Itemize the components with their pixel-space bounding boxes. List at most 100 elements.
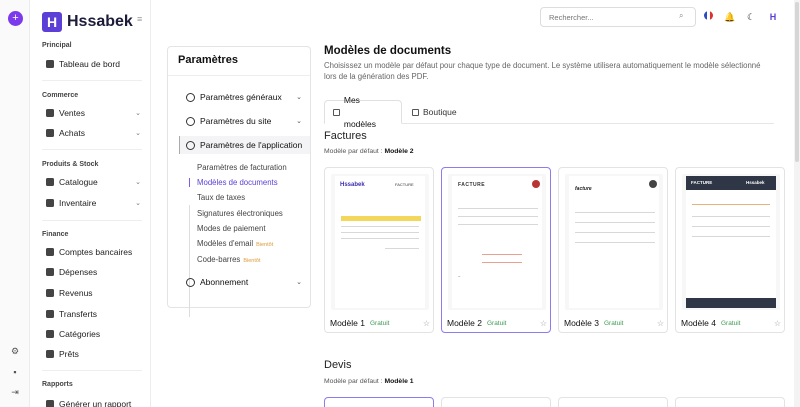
section-finance: Finance xyxy=(42,231,69,238)
doc-line xyxy=(458,224,538,226)
box-icon xyxy=(46,178,54,186)
left-rail: + ⚙ ▪ ⇥ xyxy=(0,0,30,407)
devis-card-1[interactable] xyxy=(324,397,434,407)
divider xyxy=(42,149,142,150)
template-card-1[interactable]: Hssabek FACTURE Modèle 1 Gratuit ☆ xyxy=(324,167,434,333)
section-rapports: Rapports xyxy=(42,381,73,388)
chevron-down-icon: ⌄ xyxy=(296,279,302,286)
star-icon[interactable]: ☆ xyxy=(540,319,547,328)
divider xyxy=(42,80,142,81)
subitems-line xyxy=(189,205,190,317)
settings-subitem-facturation[interactable]: Paramètres de facturation xyxy=(196,163,287,172)
doc-header: facture xyxy=(575,186,592,192)
settings-group-abonnement[interactable]: Abonnement ⌄ xyxy=(186,277,302,287)
doc-line xyxy=(341,226,419,228)
chevron-down-icon: ⌄ xyxy=(135,179,141,186)
transfer-icon xyxy=(46,310,54,318)
template-preview: FACTURE ~ xyxy=(448,174,546,310)
tabs: Mes modèles Boutique xyxy=(324,95,774,129)
chevron-down-icon: ⌄ xyxy=(135,110,141,117)
doc-logo: Hssabek xyxy=(340,182,365,188)
section-produits: Produits & Stock xyxy=(42,161,99,168)
section-principal: Principal xyxy=(42,42,72,49)
bag-icon xyxy=(46,109,54,117)
settings-subitem-signatures[interactable]: Signatures électroniques xyxy=(196,209,283,218)
settings-group-general[interactable]: Paramètres généraux ⌄ xyxy=(186,92,302,102)
sidebar-item-transferts[interactable]: Transferts xyxy=(46,307,141,321)
sidebar-item-dashboard[interactable]: Tableau de bord xyxy=(46,57,141,71)
doc-header: FACTURE xyxy=(458,182,486,188)
sidebar-item-depenses[interactable]: Dépenses xyxy=(46,265,141,279)
default-template-factures: Modèle par défaut : Modèle 2 xyxy=(324,148,414,155)
settings-subitem-taxes[interactable]: Taux de taxes xyxy=(196,193,245,202)
gear-icon[interactable]: ⚙ xyxy=(10,346,20,356)
star-icon[interactable]: ☆ xyxy=(423,319,430,328)
settings-group-site[interactable]: Paramètres du site ⌄ xyxy=(186,116,302,126)
doc-line xyxy=(692,216,770,218)
settings-panel: Paramètres Paramètres généraux ⌄ Paramètr… xyxy=(167,46,311,317)
sidebar-item-comptes[interactable]: Comptes bancaires xyxy=(46,245,141,259)
page-title: Modèles de documents xyxy=(324,45,452,57)
document-icon xyxy=(333,108,340,116)
settings-subitem-paiement[interactable]: Modes de paiement xyxy=(196,224,265,233)
star-icon[interactable]: ☆ xyxy=(774,319,781,328)
devis-card-3[interactable] xyxy=(558,397,668,407)
search-input[interactable] xyxy=(540,7,696,27)
doc-line xyxy=(458,208,538,210)
settings-subitem-barcode[interactable]: Code-barres Bientôt xyxy=(196,255,260,264)
star-icon[interactable]: ☆ xyxy=(657,319,664,328)
doc-signature: ~ xyxy=(458,274,461,279)
scrollbar-thumb[interactable] xyxy=(795,2,799,162)
doc-line xyxy=(575,212,655,214)
doc-line xyxy=(575,222,655,224)
doc-line xyxy=(575,242,655,244)
logout-icon[interactable]: ⇥ xyxy=(10,387,20,397)
sidebar-item-inventaire[interactable]: Inventaire ⌄ xyxy=(46,196,141,210)
sidebar-item-ventes[interactable]: Ventes ⌄ xyxy=(46,106,141,120)
tab-mes-modeles[interactable]: Mes modèles xyxy=(324,95,402,129)
doc-seal xyxy=(532,180,540,188)
template-card-4[interactable]: FACTURE Hssabek Modèle 4 Gratuit ☆ xyxy=(675,167,785,333)
template-card-2[interactable]: FACTURE ~ Modèle 2 Gratuit ☆ xyxy=(441,167,551,333)
devis-card-2[interactable] xyxy=(441,397,551,407)
brand-logo: H Hssabek xyxy=(42,12,133,32)
settings-subitem-email[interactable]: Modèles d'email Bientôt xyxy=(196,239,273,248)
default-template-devis: Modèle par défaut : Modèle 1 xyxy=(324,378,414,385)
logo-icon: H xyxy=(42,12,62,32)
sidebar-item-achats[interactable]: Achats ⌄ xyxy=(46,126,141,140)
doc-line xyxy=(692,204,770,206)
doc-line xyxy=(482,254,522,256)
bell-icon[interactable]: 🔔 xyxy=(724,11,736,23)
flag-fr-icon[interactable] xyxy=(702,11,714,23)
tab-boutique[interactable]: Boutique xyxy=(404,100,465,124)
template-preview: FACTURE Hssabek xyxy=(682,174,780,310)
doc-line xyxy=(458,216,538,218)
card-footer: Modèle 4 Gratuit ☆ xyxy=(681,318,781,328)
loan-icon xyxy=(46,350,54,358)
brand-name: Hssabek xyxy=(67,13,133,30)
doc-line xyxy=(692,226,770,228)
sidebar-item-catalogue[interactable]: Catalogue ⌄ xyxy=(46,175,141,189)
settings-subitem-modeles[interactable]: Modèles de documents xyxy=(189,178,278,187)
doc-header: FACTURE xyxy=(691,180,713,185)
avatar[interactable]: H xyxy=(767,11,779,23)
menu-toggle-icon[interactable]: ≡ xyxy=(137,14,142,24)
briefcase-icon[interactable]: ▪ xyxy=(10,367,20,377)
card-footer: Modèle 2 Gratuit ☆ xyxy=(447,318,547,328)
wallet-icon xyxy=(46,268,54,276)
warehouse-icon xyxy=(46,199,54,207)
sidebar-item-prets[interactable]: Prêts xyxy=(46,347,141,361)
app-icon xyxy=(186,140,195,150)
devis-card-4[interactable] xyxy=(675,397,785,407)
sidebar-item-rapport[interactable]: Générer un rapport xyxy=(46,397,141,407)
gear-icon xyxy=(186,92,195,102)
sidebar-item-revenus[interactable]: Revenus xyxy=(46,286,141,300)
settings-group-application[interactable]: Paramètres de l'application xyxy=(179,136,310,154)
scrollbar[interactable] xyxy=(794,0,800,407)
moon-icon[interactable]: ☾ xyxy=(745,11,757,23)
add-button[interactable]: + xyxy=(8,11,23,26)
sidebar-item-categories[interactable]: Catégories xyxy=(46,327,141,341)
template-card-3[interactable]: facture Modèle 3 Gratuit ☆ xyxy=(558,167,668,333)
store-icon xyxy=(412,108,419,116)
chevron-down-icon: ⌄ xyxy=(135,130,141,137)
